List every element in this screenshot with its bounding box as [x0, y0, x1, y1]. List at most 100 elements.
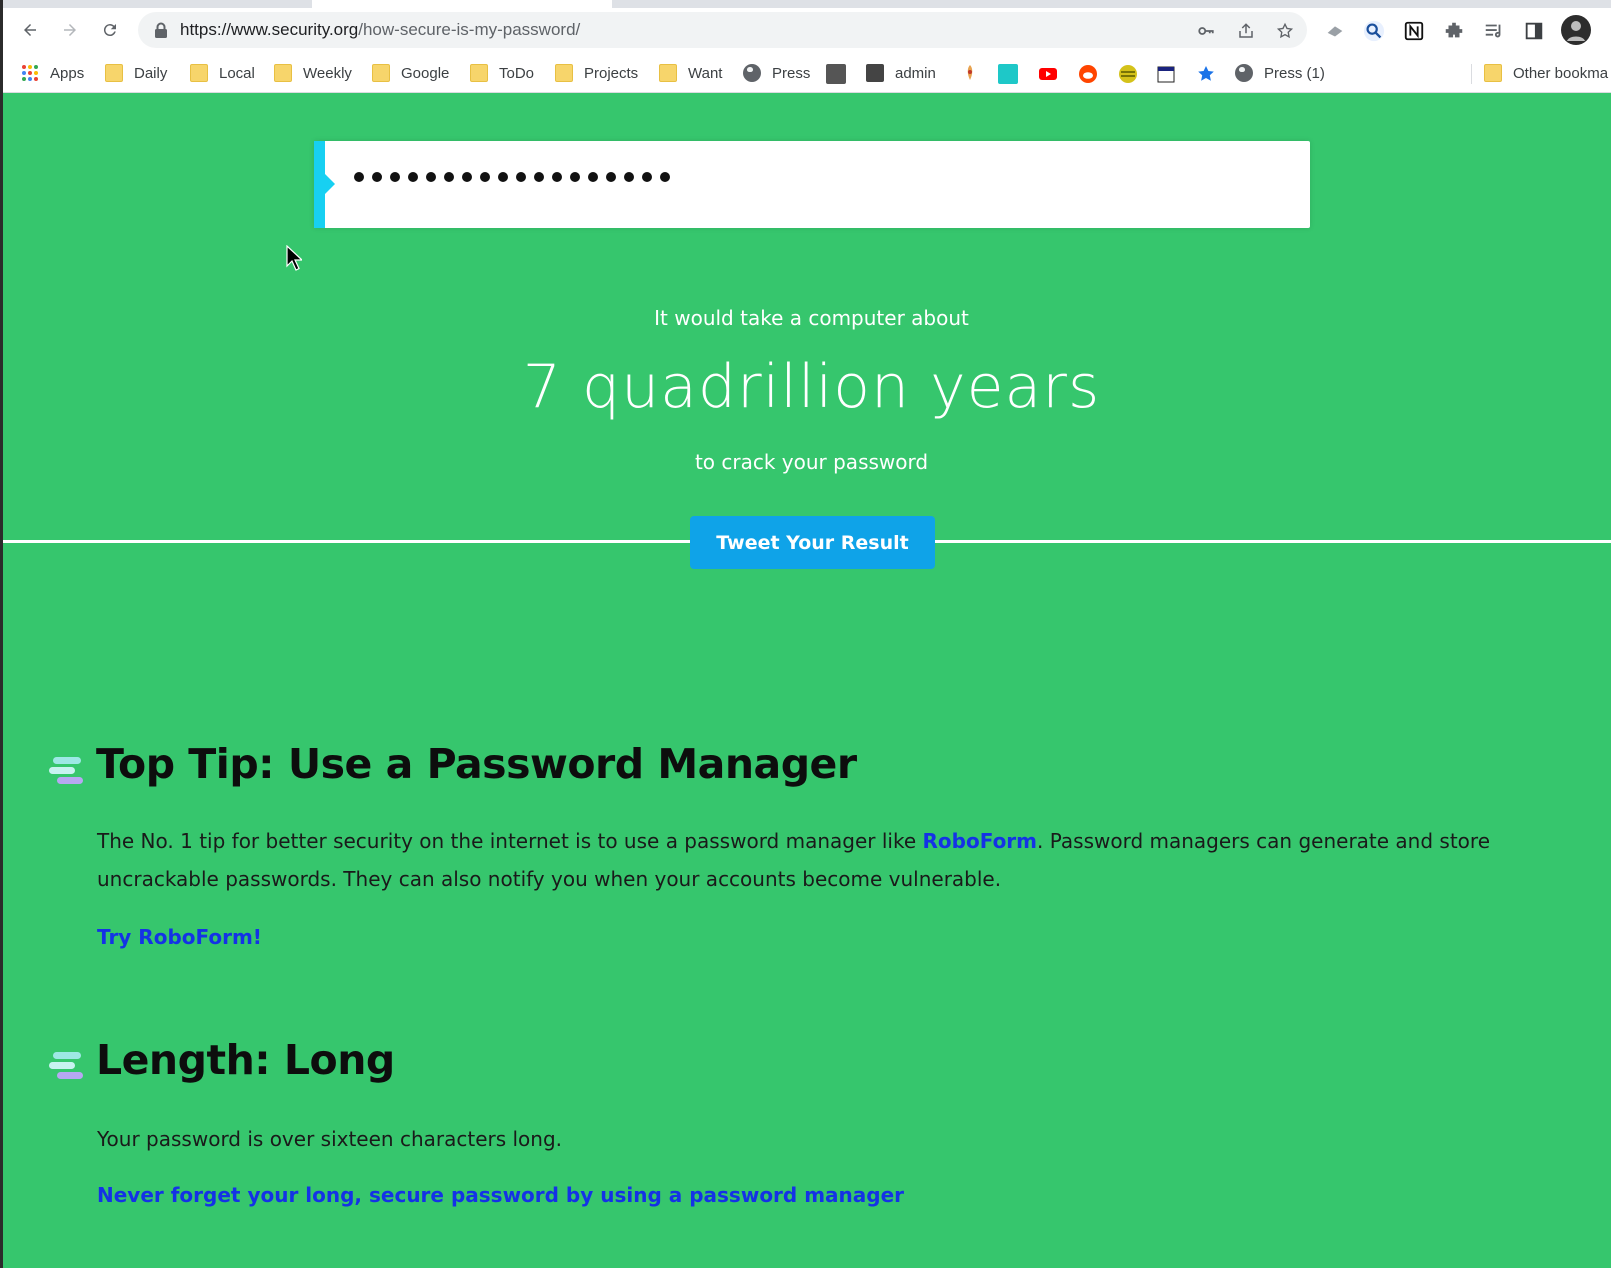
bookmark-daily[interactable]: Daily	[105, 60, 167, 86]
password-dot	[480, 172, 490, 182]
bookmark-label: Press	[772, 64, 811, 82]
bookmarks-bar: Apps Daily Local Weekly Google ToDo Proj…	[0, 54, 1611, 93]
key-icon[interactable]	[1196, 21, 1216, 41]
folder-icon	[659, 64, 677, 82]
password-dot	[390, 172, 400, 182]
password-dot	[606, 172, 616, 182]
mouse-cursor-icon	[286, 245, 302, 271]
bookmark-local[interactable]: Local	[190, 60, 255, 86]
youtube-icon[interactable]	[1038, 64, 1058, 84]
password-dot	[552, 172, 562, 182]
roboform-link[interactable]: RoboForm	[923, 829, 1038, 853]
bookmark-admin[interactable]: admin	[866, 60, 936, 86]
bookmark-separator	[1471, 64, 1472, 84]
bookmark-google[interactable]: Google	[372, 60, 449, 86]
folder-icon	[470, 64, 488, 82]
reading-list-icon[interactable]	[1482, 19, 1506, 43]
folder-icon	[274, 64, 292, 82]
bookmark-label: Google	[401, 64, 450, 82]
bookmark-press-1[interactable]: Press (1)	[1235, 60, 1325, 86]
blue-star-icon[interactable]	[1196, 64, 1216, 84]
reload-icon[interactable]	[98, 18, 122, 42]
bookmark-projects[interactable]: Projects	[555, 60, 638, 86]
password-dot	[462, 172, 472, 182]
password-manager-link[interactable]: Never forget your long, secure password …	[97, 1183, 904, 1207]
length-body: Your password is over sixteen characters…	[97, 1127, 563, 1151]
bookmark-rocket-icon[interactable]	[960, 64, 980, 84]
bookmark-want[interactable]: Want	[659, 60, 722, 86]
bookmark-label: Want	[688, 64, 723, 82]
extension-cloud-icon[interactable]	[1323, 19, 1347, 43]
url-host: https://www.security.org	[180, 20, 359, 39]
forward-icon[interactable]	[58, 18, 82, 42]
globe-icon	[1235, 64, 1253, 82]
bookmark-label: Daily	[134, 64, 168, 82]
password-dot	[354, 172, 364, 182]
password-dot	[534, 172, 544, 182]
tip-body: The No. 1 tip for better security on the…	[97, 822, 1517, 898]
password-dot	[588, 172, 598, 182]
input-accent-arrow	[325, 174, 335, 194]
bookmark-photo-icon[interactable]	[826, 64, 846, 84]
bookmark-label: Press (1)	[1264, 64, 1325, 82]
crack-time: 7 quadrillion years	[522, 352, 1101, 422]
try-roboform-link[interactable]: Try RoboForm!	[97, 925, 262, 949]
bookmark-yellow-icon[interactable]	[1118, 64, 1138, 84]
side-panel-icon[interactable]	[1522, 19, 1546, 43]
extension-search-icon[interactable]	[1362, 19, 1386, 43]
bookmark-label: Weekly	[303, 64, 352, 82]
bookmark-label: Other bookma	[1513, 64, 1609, 82]
bookmark-label: Local	[219, 64, 255, 82]
window-edge	[0, 0, 3, 1268]
browser-chrome: https://www.security.org/how-secure-is-m…	[0, 0, 1611, 93]
extensions-puzzle-icon[interactable]	[1442, 19, 1466, 43]
tip-title: Top Tip: Use a Password Manager	[96, 740, 857, 788]
bookmark-apps[interactable]: Apps	[21, 60, 84, 86]
password-dot	[660, 172, 670, 182]
bookmark-other[interactable]: Other bookma	[1484, 60, 1608, 86]
active-tab[interactable]	[312, 0, 612, 8]
result-outro: to crack your password	[694, 450, 929, 474]
password-dot	[408, 172, 418, 182]
password-dot	[642, 172, 652, 182]
back-icon[interactable]	[18, 18, 42, 42]
folder-icon	[1484, 64, 1502, 82]
notion-icon[interactable]	[1402, 19, 1426, 43]
folder-icon	[555, 64, 573, 82]
bookmark-press[interactable]: Press	[743, 60, 810, 86]
length-title: Length: Long	[96, 1036, 395, 1084]
address-bar[interactable]: https://www.security.org/how-secure-is-m…	[138, 12, 1307, 48]
password-dot	[570, 172, 580, 182]
password-field[interactable]	[354, 172, 670, 182]
section-list-icon	[49, 757, 83, 787]
reddit-icon[interactable]	[1078, 64, 1098, 84]
folder-icon	[372, 64, 390, 82]
input-accent-bar	[314, 141, 325, 228]
result-intro: It would take a computer about	[654, 306, 969, 330]
star-icon[interactable]	[1275, 21, 1295, 41]
apps-grid-icon	[22, 65, 38, 81]
tweet-result-button[interactable]: Tweet Your Result	[690, 516, 935, 569]
lock-icon[interactable]	[154, 22, 168, 38]
globe-icon	[743, 64, 761, 82]
password-dot	[498, 172, 508, 182]
bookmark-todo[interactable]: ToDo	[470, 60, 534, 86]
bookmark-weekly[interactable]: Weekly	[274, 60, 352, 86]
share-icon[interactable]	[1236, 21, 1256, 41]
password-dot	[426, 172, 436, 182]
bookmark-teal-icon[interactable]	[998, 64, 1018, 84]
password-dot	[516, 172, 526, 182]
bookmark-label: admin	[895, 64, 936, 82]
url-text[interactable]: https://www.security.org/how-secure-is-m…	[180, 20, 580, 40]
browser-toolbar: https://www.security.org/how-secure-is-m…	[0, 8, 1611, 54]
calendar-icon[interactable]	[1156, 64, 1176, 84]
password-input-box[interactable]	[314, 141, 1310, 228]
tip-body-text: The No. 1 tip for better security on the…	[97, 829, 923, 853]
profile-avatar[interactable]	[1561, 15, 1591, 45]
folder-icon	[190, 64, 208, 82]
site-favicon-icon	[866, 64, 884, 82]
password-dot	[624, 172, 634, 182]
bookmark-label: Apps	[50, 64, 85, 82]
folder-icon	[105, 64, 123, 82]
bookmark-label: ToDo	[499, 64, 535, 82]
